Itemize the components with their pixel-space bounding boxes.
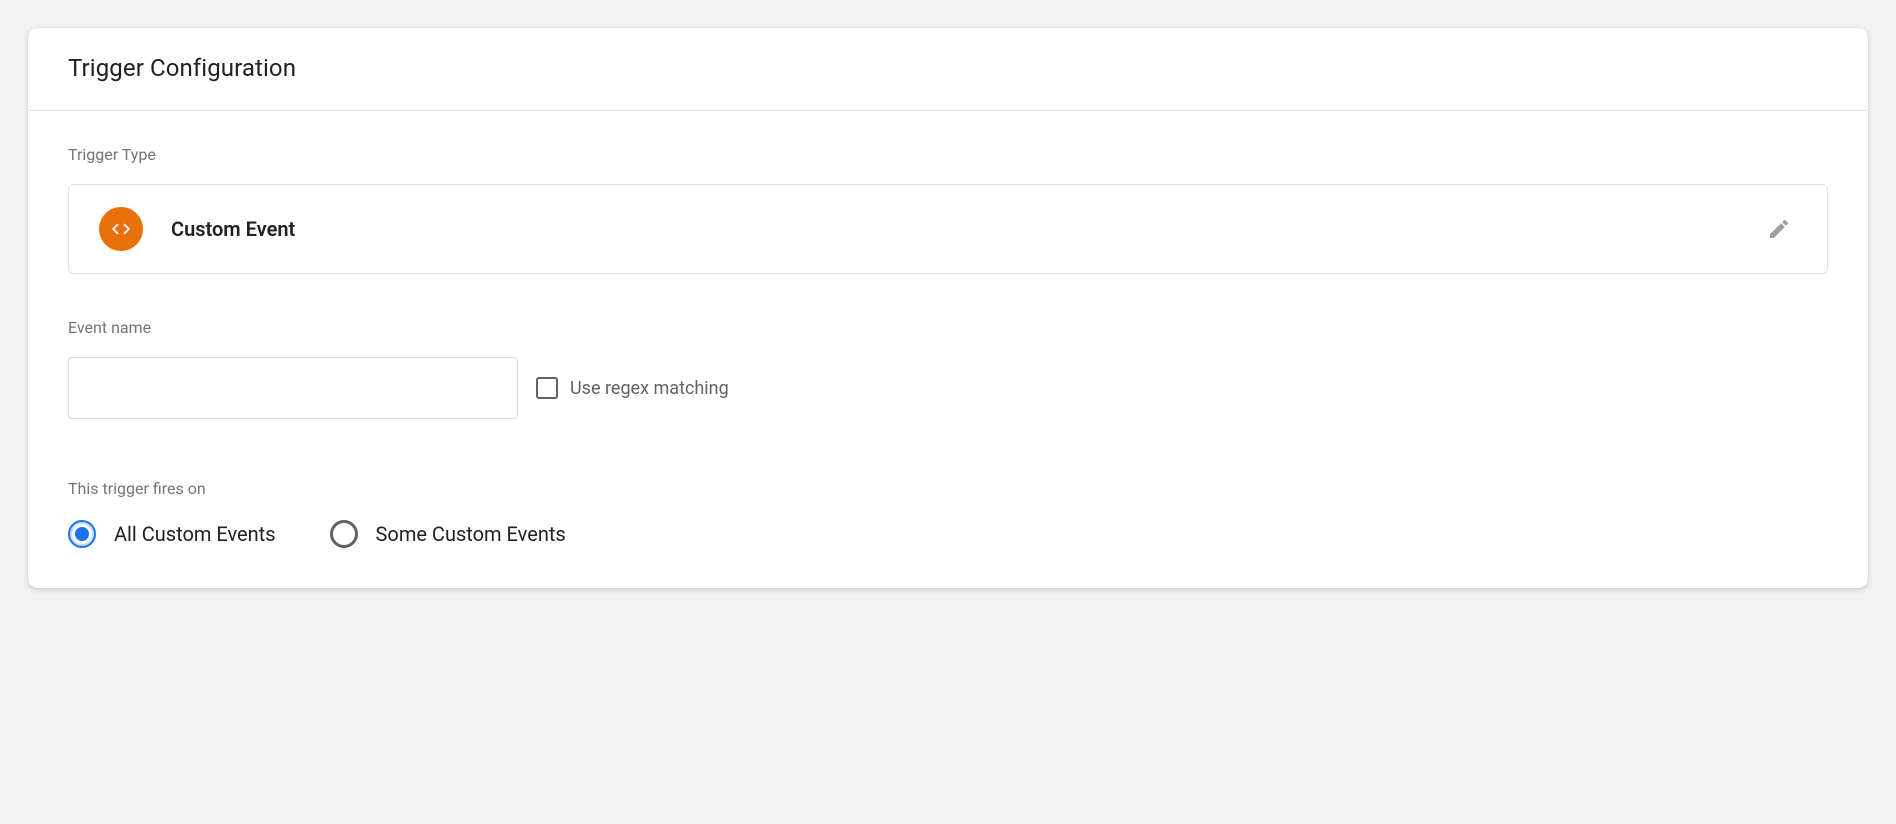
fires-on-section: This trigger fires on All Custom Events …	[68, 479, 1828, 548]
regex-checkbox[interactable]	[536, 377, 558, 399]
radio-button-selected[interactable]	[68, 520, 96, 548]
regex-checkbox-group[interactable]: Use regex matching	[536, 377, 729, 399]
event-name-input[interactable]	[68, 357, 518, 419]
radio-some-custom-events[interactable]: Some Custom Events	[330, 520, 566, 548]
edit-trigger-type-button[interactable]	[1761, 211, 1797, 247]
radio-label-some: Some Custom Events	[376, 522, 566, 546]
radio-inner-dot	[75, 527, 89, 541]
fires-on-label: This trigger fires on	[68, 479, 1828, 498]
trigger-type-name: Custom Event	[171, 217, 1761, 241]
radio-label-all: All Custom Events	[114, 522, 276, 546]
pencil-icon	[1767, 217, 1791, 241]
radio-all-custom-events[interactable]: All Custom Events	[68, 520, 276, 548]
event-name-row: Use regex matching	[68, 357, 1828, 419]
code-icon	[99, 207, 143, 251]
event-name-label: Event name	[68, 318, 1828, 337]
card-title: Trigger Configuration	[68, 54, 1828, 82]
event-name-section: Event name Use regex matching	[68, 318, 1828, 419]
card-header: Trigger Configuration	[28, 28, 1868, 111]
trigger-type-selector[interactable]: Custom Event	[68, 184, 1828, 274]
trigger-configuration-card: Trigger Configuration Trigger Type Custo…	[28, 28, 1868, 588]
regex-checkbox-label: Use regex matching	[570, 378, 729, 399]
radio-button-unselected[interactable]	[330, 520, 358, 548]
fires-on-radio-row: All Custom Events Some Custom Events	[68, 520, 1828, 548]
card-body: Trigger Type Custom Event Event name Use…	[28, 111, 1868, 588]
trigger-type-label: Trigger Type	[68, 145, 1828, 164]
